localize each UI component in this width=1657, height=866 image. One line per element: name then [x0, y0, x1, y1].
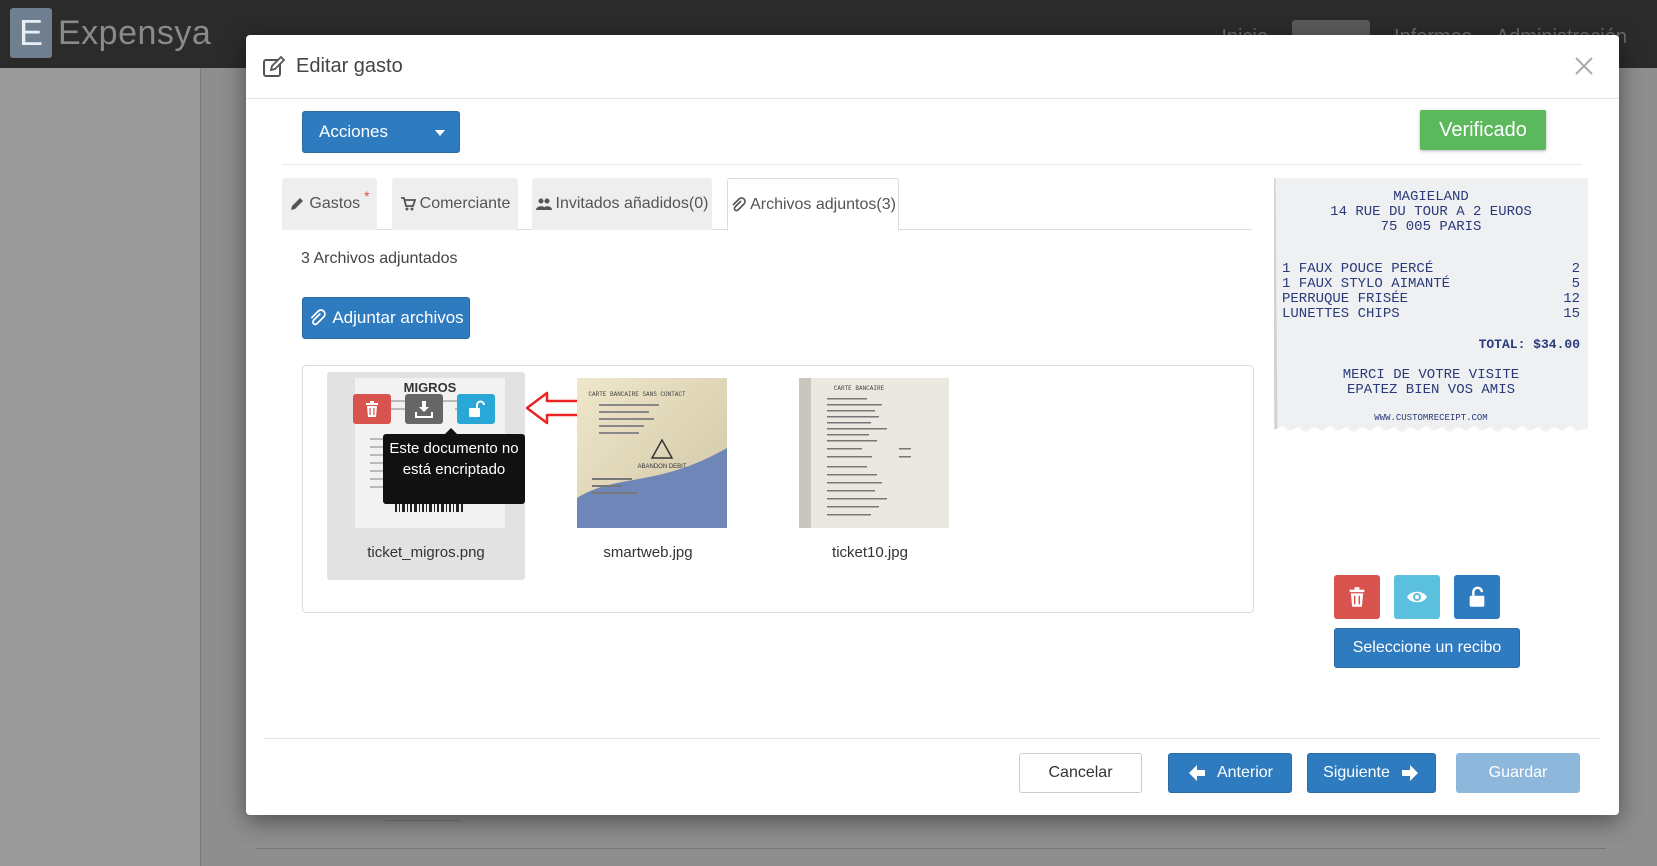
- trash-icon: [366, 401, 378, 417]
- trash-icon: [1349, 587, 1365, 607]
- receipt-website: WWW.CUSTOMRECEIPT.COM: [1374, 413, 1487, 423]
- paperclip-icon: [732, 196, 746, 211]
- tab-invitados-label: Invitados añadidos(0): [555, 195, 709, 212]
- receipt-item-price: 2: [1572, 261, 1580, 277]
- brand-mark: E: [10, 8, 52, 58]
- receipt-item-price: 15: [1563, 306, 1580, 322]
- receipt-item-name: LUNETTES CHIPS: [1282, 306, 1400, 322]
- tab-invitados[interactable]: Invitados añadidos(0): [532, 178, 712, 230]
- receipt-item-price: 12: [1563, 291, 1580, 307]
- tab-gastos-label: Gastos: [309, 195, 361, 212]
- thumb-header: CARTE BANCAIRE: [834, 385, 885, 392]
- attachment-card[interactable]: MIGROS Este documento no está encriptado…: [327, 372, 599, 580]
- modal-header: Editar gasto: [246, 35, 1619, 99]
- close-icon[interactable]: [1571, 53, 1597, 79]
- tab-archivos-label: Archivos adjuntos(3): [750, 195, 896, 213]
- brand-name: Expensya: [58, 13, 212, 52]
- cancel-button[interactable]: Cancelar: [1019, 753, 1142, 793]
- receipt-item-name: PERRUQUE FRISÉE: [1282, 289, 1408, 307]
- brand-logo[interactable]: E Expensya: [10, 8, 211, 58]
- download-icon: [415, 401, 433, 418]
- paperclip-icon: [311, 309, 327, 326]
- unlock-attachment-button[interactable]: [457, 394, 495, 424]
- attachments-count: 3 Archivos adjuntados: [301, 250, 458, 267]
- receipt-total: TOTAL: $34.00: [1479, 337, 1581, 352]
- attachments-gallery: MIGROS Este documento no está encriptado…: [302, 365, 1254, 613]
- background-divider: [385, 820, 460, 821]
- arrow-left-icon: [1188, 765, 1205, 781]
- attach-files-button[interactable]: Adjuntar archivos: [302, 297, 470, 339]
- tab-comerciante-label: Comerciante: [419, 195, 511, 212]
- thumb-note: ABANDON DEBIT: [637, 464, 686, 470]
- download-attachment-button[interactable]: [405, 394, 443, 424]
- previous-label: Anterior: [1216, 764, 1274, 781]
- eye-icon: [1407, 591, 1427, 603]
- verified-status-button[interactable]: Verificado: [1420, 110, 1546, 150]
- previous-button[interactable]: Anterior: [1168, 753, 1292, 793]
- tab-gastos[interactable]: Gastos *: [282, 178, 377, 230]
- attachment-thumbnail[interactable]: CARTE BANCAIRE SANS CONTACT ABANDON DEBI…: [577, 378, 727, 528]
- next-button[interactable]: Siguiente: [1307, 753, 1436, 793]
- attachment-filename[interactable]: ticket10.jpg: [771, 544, 969, 561]
- receipt-actions: [1334, 575, 1500, 619]
- tab-comerciante[interactable]: Comerciante: [392, 178, 518, 230]
- attach-files-label: Adjuntar archivos: [332, 308, 464, 327]
- receipt-item-name: 1 FAUX STYLO AIMANTÉ: [1282, 274, 1450, 292]
- divider: [282, 164, 1582, 165]
- unlock-icon: [469, 400, 485, 417]
- attachment-filename[interactable]: ticket_migros.png: [327, 544, 525, 561]
- receipt-line: MAGIELAND: [1393, 189, 1469, 205]
- next-label: Siguiente: [1323, 764, 1390, 781]
- attachment-thumbnail[interactable]: CARTE BANCAIRE: [799, 378, 949, 528]
- encryption-tooltip: Este documento no está encriptado: [383, 428, 525, 504]
- required-marker: *: [364, 188, 370, 204]
- arrow-right-icon: [1401, 765, 1418, 781]
- receipt-item-name: 1 FAUX POUCE PERCÉ: [1282, 259, 1433, 277]
- tab-archivos-adjuntos[interactable]: Archivos adjuntos(3): [727, 178, 899, 231]
- actions-label: Acciones: [319, 122, 388, 141]
- edit-icon: [263, 55, 286, 77]
- pencil-icon: [291, 198, 304, 210]
- cart-icon: [400, 197, 416, 211]
- caret-down-icon: [435, 130, 445, 136]
- receipt-item-price: 5: [1572, 276, 1580, 292]
- save-button[interactable]: Guardar: [1456, 753, 1580, 793]
- attachment-card[interactable]: CARTE BANCAIRE SANS CONTACT ABANDON DEBI…: [549, 372, 747, 580]
- delete-receipt-button[interactable]: [1334, 575, 1380, 619]
- attachment-filename[interactable]: smartweb.jpg: [549, 544, 747, 561]
- users-icon: [535, 198, 552, 210]
- edit-expense-modal: Editar gasto Acciones Verificado Gastos …: [246, 35, 1619, 815]
- receipt-line: 75 005 PARIS: [1381, 219, 1482, 235]
- view-receipt-button[interactable]: [1394, 575, 1440, 619]
- receipt-line: 14 RUE DU TOUR A 2 EUROS: [1330, 204, 1532, 220]
- receipt-footer: MERCI DE VOTRE VISITE: [1343, 367, 1519, 383]
- background-divider: [256, 848, 1606, 849]
- select-receipt-button[interactable]: Seleccione un recibo: [1334, 628, 1520, 668]
- unlock-receipt-button[interactable]: [1454, 575, 1500, 619]
- divider: [264, 738, 1601, 739]
- unlock-icon: [1469, 586, 1485, 607]
- delete-attachment-button[interactable]: [353, 394, 391, 424]
- receipt-footer: EPATEZ BIEN VOS AMIS: [1347, 382, 1515, 398]
- thumb-header: MIGROS: [404, 380, 457, 395]
- attachment-card[interactable]: CARTE BANCAIRE ticket10.jpg: [771, 372, 969, 580]
- expense-tabs: Gastos * Comerciante Invitados añadidos(…: [282, 178, 1252, 231]
- modal-title: Editar gasto: [296, 55, 403, 77]
- thumb-header: CARTE BANCAIRE SANS CONTACT: [588, 391, 686, 398]
- actions-dropdown-button[interactable]: Acciones: [302, 111, 460, 153]
- receipt-preview[interactable]: MAGIELAND 14 RUE DU TOUR A 2 EUROS 75 00…: [1274, 178, 1588, 434]
